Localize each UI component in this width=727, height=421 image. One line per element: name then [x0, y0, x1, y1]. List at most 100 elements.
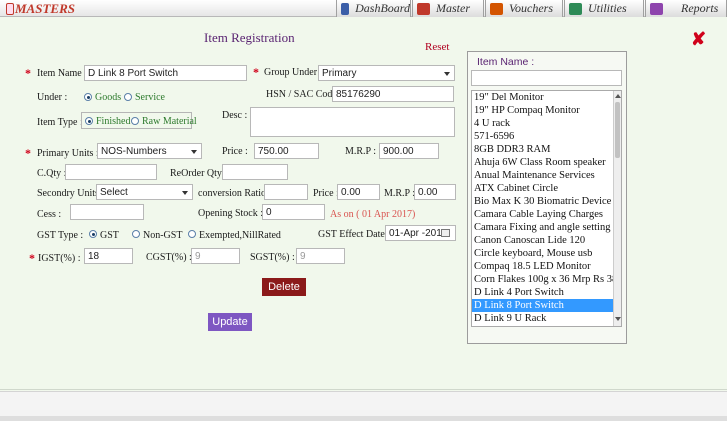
- cess-input[interactable]: [70, 204, 144, 220]
- under-label: Under :: [37, 92, 68, 103]
- required-marker: *: [25, 146, 31, 160]
- list-item[interactable]: Camara Cable Laying Charges: [472, 208, 615, 221]
- item-name-label: Item Name :: [37, 68, 87, 79]
- list-item[interactable]: Camara Fixing and angle setting ch: [472, 221, 615, 234]
- list-item[interactable]: 19" HP Compaq Monitor: [472, 104, 615, 117]
- utilities-icon: [569, 2, 582, 15]
- list-item[interactable]: Circle keyboard, Mouse usb: [472, 247, 615, 260]
- app-logo-text: MASTERS: [15, 0, 75, 16]
- item-search-input[interactable]: [471, 70, 622, 86]
- under-goods-radio[interactable]: [84, 93, 92, 101]
- list-item[interactable]: Ahuja 6W Class Room speaker: [472, 156, 615, 169]
- list-scrollbar[interactable]: [613, 91, 621, 326]
- reorder-qty-label: ReOrder Qty :: [170, 168, 228, 179]
- gst-type-gst-radio[interactable]: [89, 230, 97, 238]
- item-type-finished-label: Finished: [96, 116, 131, 127]
- list-item[interactable]: Canon Canoscan Lide 120: [472, 234, 615, 247]
- secondary-mrp-input[interactable]: 0.00: [414, 184, 456, 200]
- delete-button[interactable]: Delete: [262, 278, 306, 296]
- list-item[interactable]: Bio Max K 30 Biomatric Device: [472, 195, 615, 208]
- cqty-label: C.Qty :: [37, 168, 67, 179]
- update-button[interactable]: Update: [208, 313, 252, 331]
- gst-type-exempted-radio[interactable]: [188, 230, 196, 238]
- mrp-input[interactable]: 900.00: [379, 143, 439, 159]
- secondary-mrp-label: M.R.P :: [384, 188, 416, 199]
- primary-units-label: Primary Units :: [37, 148, 99, 159]
- cgst-label: CGST(%) :: [146, 252, 192, 263]
- required-marker: *: [253, 65, 259, 79]
- group-under-label: Group Under :: [264, 67, 323, 78]
- secondary-price-input[interactable]: 0.00: [337, 184, 380, 200]
- item-type-label: Item Type :: [37, 117, 83, 128]
- cqty-input[interactable]: [65, 164, 157, 180]
- reorder-qty-input[interactable]: [222, 164, 288, 180]
- secondary-units-label: Secondry Units :: [37, 188, 105, 199]
- hsn-input[interactable]: 85176290: [332, 86, 454, 102]
- list-item[interactable]: D Link 8 Port Switch: [472, 299, 615, 312]
- scroll-thumb[interactable]: [615, 102, 620, 158]
- list-item[interactable]: 571-6596: [472, 130, 615, 143]
- under-service-radio[interactable]: [124, 93, 132, 101]
- reset-link[interactable]: Reset: [425, 41, 449, 53]
- opening-stock-label: Opening Stock :: [198, 208, 263, 219]
- top-menu-bar: MASTERS DashBoard Master Vouchers Utilit…: [0, 0, 727, 17]
- opening-stock-input[interactable]: 0: [262, 204, 325, 220]
- desc-textarea[interactable]: [250, 107, 455, 137]
- tab-vouchers[interactable]: Vouchers: [485, 0, 563, 17]
- item-type-raw-label: Raw Material: [142, 116, 197, 127]
- cgst-input[interactable]: 9: [191, 248, 240, 264]
- required-marker: *: [29, 251, 35, 265]
- master-icon: [417, 2, 430, 15]
- vouchers-icon: [490, 2, 503, 15]
- tab-vouchers-label: Vouchers: [509, 1, 553, 15]
- list-item[interactable]: 19" Del Monitor: [472, 91, 615, 104]
- item-list-panel: Item Name : 19" Del Monitor 19" HP Compaq…: [467, 51, 627, 344]
- group-under-select[interactable]: Primary: [318, 65, 455, 81]
- list-item[interactable]: D Link 4 Port Switch: [472, 286, 615, 299]
- tab-utilities[interactable]: Utilities: [564, 0, 644, 17]
- price-input[interactable]: 750.00: [254, 143, 319, 159]
- primary-units-select[interactable]: NOS-Numbers: [97, 143, 202, 159]
- hsn-label: HSN / SAC Code :: [266, 89, 343, 100]
- list-item[interactable]: Compaq 18.5 LED Monitor: [472, 260, 615, 273]
- secondary-price-label: Price :: [313, 188, 339, 199]
- igst-label: IGST(%) :: [38, 253, 81, 264]
- tab-reports-label: Reports: [681, 1, 719, 15]
- tab-dashboard[interactable]: DashBoard: [336, 0, 411, 17]
- item-name-input[interactable]: D Link 8 Port Switch: [84, 65, 247, 81]
- tab-master[interactable]: Master: [412, 0, 484, 17]
- list-item[interactable]: Corn Flakes 100g x 36 Mrp Rs 38-: [472, 273, 615, 286]
- opening-stock-date: As on ( 01 Apr 2017): [330, 209, 416, 220]
- calendar-icon[interactable]: [441, 229, 450, 237]
- igst-input[interactable]: 18: [84, 248, 133, 264]
- scroll-down-icon[interactable]: [615, 317, 621, 321]
- list-item[interactable]: D Link 9 U Rack: [472, 312, 615, 325]
- list-item[interactable]: 4 U rack: [472, 117, 615, 130]
- sgst-label: SGST(%) :: [250, 252, 295, 263]
- required-marker: *: [25, 66, 31, 80]
- price-label: Price :: [222, 146, 248, 157]
- bottom-border: [0, 416, 727, 421]
- scroll-up-icon[interactable]: [615, 94, 621, 98]
- list-item[interactable]: 8GB DDR3 RAM: [472, 143, 615, 156]
- sgst-input[interactable]: 9: [296, 248, 345, 264]
- reports-icon: [650, 2, 663, 15]
- item-type-finished-radio[interactable]: [85, 117, 93, 125]
- list-item[interactable]: Anual Maintenance Services: [472, 169, 615, 182]
- item-type-raw-radio[interactable]: [131, 117, 139, 125]
- item-listbox[interactable]: 19" Del Monitor 19" HP Compaq Monitor 4 U …: [471, 90, 622, 327]
- item-list: 19" Del Monitor 19" HP Compaq Monitor 4 U …: [472, 91, 621, 325]
- cess-label: Cess :: [37, 209, 62, 220]
- close-icon[interactable]: ✘: [691, 29, 706, 50]
- tab-reports[interactable]: Reports: [645, 0, 727, 17]
- item-list-title: Item Name :: [477, 56, 535, 68]
- secondary-units-select[interactable]: Select: [96, 184, 193, 200]
- conversion-ratio-input[interactable]: [264, 184, 308, 200]
- list-item[interactable]: ATX Cabinet Circle: [472, 182, 615, 195]
- under-service-label: Service: [135, 92, 165, 103]
- masters-icon: [6, 2, 14, 15]
- conversion-ratio-label: conversion Ratio :: [198, 188, 272, 199]
- gst-type-nongst-radio[interactable]: [132, 230, 140, 238]
- mrp-label: M.R.P :: [345, 146, 377, 157]
- gst-effect-date-label: GST Effect Date :: [318, 229, 391, 240]
